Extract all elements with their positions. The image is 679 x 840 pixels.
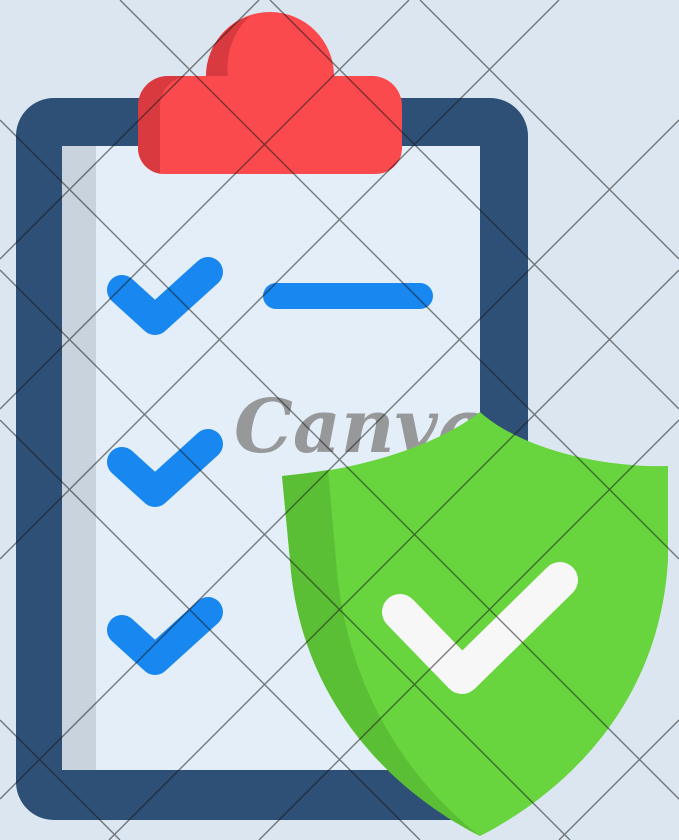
paper-shadow	[62, 146, 96, 770]
canvas: Canva	[0, 0, 679, 840]
clipboard-shield-illustration: Canva	[0, 0, 679, 840]
